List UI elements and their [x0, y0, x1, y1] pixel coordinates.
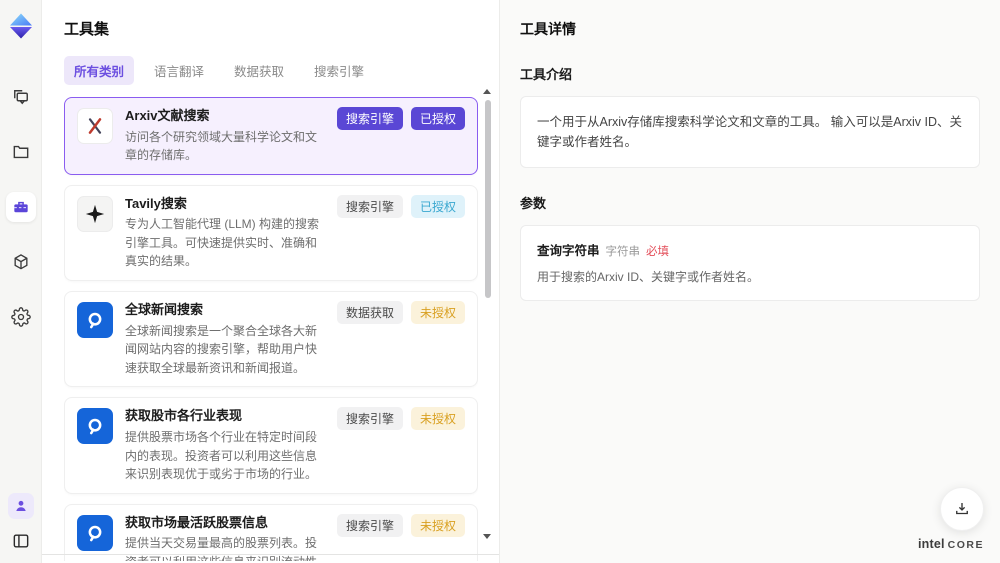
tool-description: 专为人工智能代理 (LLM) 构建的搜索引擎工具。可快速提供实时、准确和真实的结… — [125, 217, 320, 269]
category-badge: 搜索引擎 — [336, 513, 403, 537]
tool-name: 全球新闻搜索 — [125, 302, 204, 318]
tools-panel: 工具集 所有类别 语言翻译 数据获取 搜索引擎 Arxiv文献搜索 访问各个研究… — [42, 0, 500, 563]
scroll-up-arrow[interactable] — [483, 89, 491, 94]
tool-detail-panel: 工具详情 工具介绍 一个用于从Arxiv存储库搜索科学论文和文章的工具。 输入可… — [500, 0, 1000, 563]
tool-card-global-news[interactable]: 全球新闻搜索 全球新闻搜索是一个聚合全球各大新闻网站内容的搜索引擎，帮助用户快速… — [64, 291, 478, 388]
tool-description: 全球新闻搜索是一个聚合全球各大新闻网站内容的搜索引擎，帮助用户快速获取全球最新资… — [125, 323, 318, 375]
param-name: 查询字符串 — [537, 244, 600, 258]
intro-heading: 工具介绍 — [520, 67, 573, 82]
cube-icon[interactable] — [6, 247, 36, 277]
auth-badge: 已授权 — [410, 107, 465, 130]
category-badge: 数据获取 — [336, 301, 403, 325]
param-required-badge: 必填 — [646, 246, 670, 258]
detail-title: 工具详情 — [520, 21, 576, 37]
tool-name: Tavily搜索 — [125, 195, 187, 211]
tool-name: 获取市场最活跃股票信息 — [125, 514, 269, 530]
auth-badge: 未授权 — [410, 407, 465, 431]
tavily-star-icon — [77, 195, 113, 232]
toolbox-icon[interactable] — [5, 192, 36, 222]
tool-list: Arxiv文献搜索 访问各个研究领域大量科学论文和文章的存储库。 搜索引擎 已授… — [64, 97, 478, 561]
panel-toggle-icon[interactable] — [9, 529, 33, 553]
tool-description: 提供当天交易量最高的股票列表。投资者可以利用这些信息来识别流动性强的股票和潜在的… — [125, 536, 318, 561]
category-badge: 搜索引擎 — [336, 407, 403, 431]
intel-core-logo: intel CORE — [918, 537, 984, 551]
sidebar-bottom — [7, 493, 34, 553]
auth-badge: 未授权 — [410, 513, 465, 537]
blue-search-icon — [77, 408, 113, 445]
auth-badge: 已授权 — [410, 194, 465, 218]
tool-name: Arxiv文献搜索 — [125, 108, 210, 123]
download-icon — [956, 503, 968, 515]
intel-logo-text: intel — [917, 537, 945, 551]
tool-description: 访问各个研究领域大量科学论文和文章的存储库。 — [125, 129, 318, 163]
tab-data-retrieval[interactable]: 数据获取 — [224, 56, 294, 85]
tab-search-engine[interactable]: 搜索引擎 — [304, 56, 374, 85]
tool-card-tavily[interactable]: Tavily搜索 专为人工智能代理 (LLM) 构建的搜索引擎工具。可快速提供实… — [64, 184, 478, 282]
tool-description: 提供股票市场各个行业在特定时间段内的表现。投资者可以利用这些信息来识别表现优于或… — [125, 429, 318, 482]
scroll-down-arrow[interactable] — [483, 534, 491, 539]
user-icon[interactable] — [7, 493, 34, 519]
settings-icon[interactable] — [6, 302, 36, 332]
download-button[interactable] — [940, 487, 984, 531]
param-description: 用于搜索的Arxiv ID、关键字或作者姓名。 — [537, 270, 760, 284]
sidebar-nav — [5, 82, 36, 332]
category-badge: 搜索引擎 — [336, 194, 403, 218]
chat-icon[interactable] — [6, 82, 36, 112]
core-logo-text: CORE — [947, 539, 984, 551]
tab-all-categories[interactable]: 所有类别 — [64, 56, 135, 85]
tool-name: 获取股市各行业表现 — [125, 408, 243, 424]
tab-language-translation[interactable]: 语言翻译 — [144, 56, 214, 85]
page-title: 工具集 — [64, 21, 110, 38]
auth-badge: 未授权 — [410, 301, 465, 325]
app-sidebar — [0, 0, 42, 563]
folder-icon[interactable] — [6, 137, 36, 167]
category-badge: 搜索引擎 — [336, 107, 403, 130]
list-bottom-divider — [42, 554, 499, 555]
category-tabs: 所有类别 语言翻译 数据获取 搜索引擎 — [64, 56, 499, 85]
scrollbar-thumb[interactable] — [485, 100, 491, 298]
blue-search-icon — [77, 302, 113, 339]
app-logo — [7, 12, 35, 40]
param-type: 字符串 — [605, 246, 641, 258]
param-card: 查询字符串 字符串 必填 用于搜索的Arxiv ID、关键字或作者姓名。 — [520, 225, 980, 301]
blue-search-icon — [77, 514, 113, 551]
tool-card-arxiv[interactable]: Arxiv文献搜索 访问各个研究领域大量科学论文和文章的存储库。 搜索引擎 已授… — [64, 97, 478, 175]
tool-card-stock-sectors[interactable]: 获取股市各行业表现 提供股票市场各个行业在特定时间段内的表现。投资者可以利用这些… — [64, 397, 478, 494]
tool-intro-text: 一个用于从Arxiv存储库搜索科学论文和文章的工具。 输入可以是Arxiv ID… — [520, 96, 980, 168]
arxiv-icon — [77, 108, 113, 144]
tool-card-active-stocks[interactable]: 获取市场最活跃股票信息 提供当天交易量最高的股票列表。投资者可以利用这些信息来识… — [64, 503, 478, 561]
params-heading: 参数 — [520, 196, 547, 211]
